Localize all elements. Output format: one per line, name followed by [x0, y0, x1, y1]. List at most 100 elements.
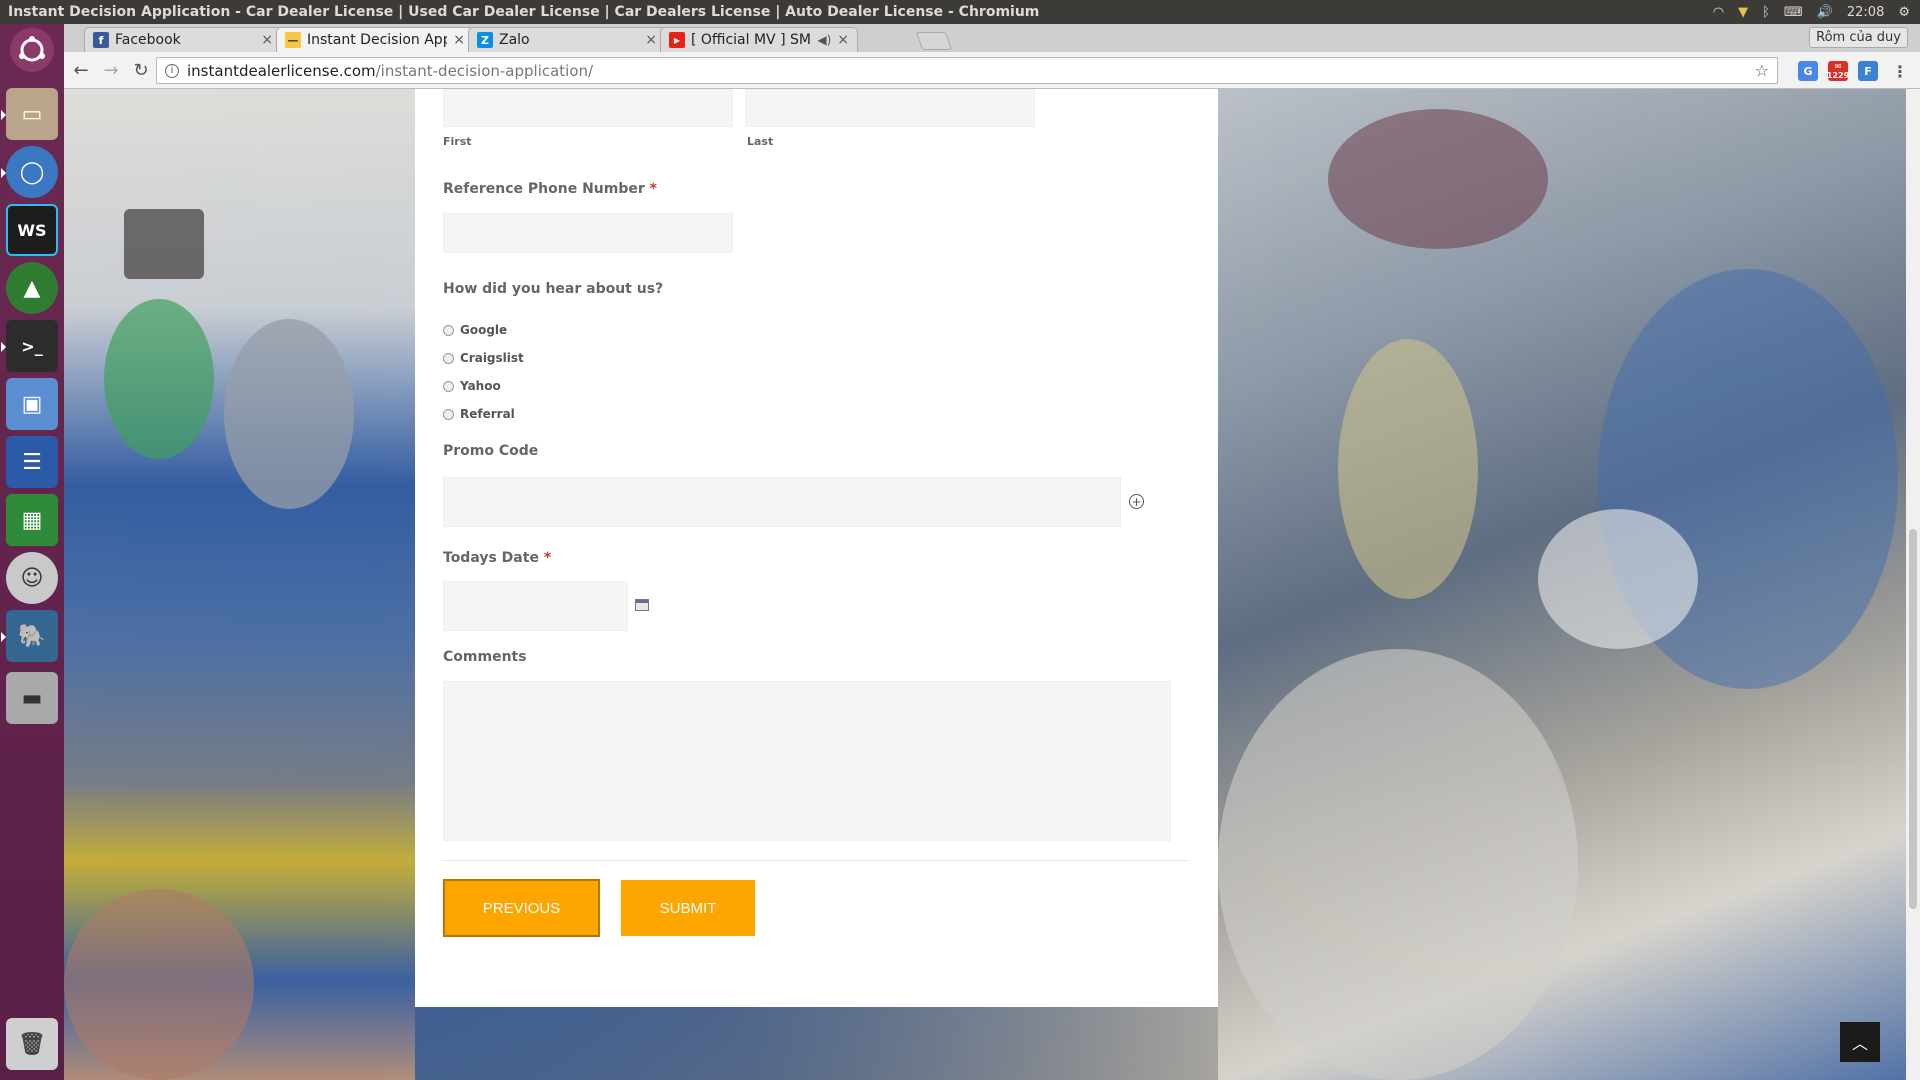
- volume-icon[interactable]: 🔊: [1817, 5, 1833, 20]
- tab-label: Zalo: [499, 32, 530, 48]
- radio-craigslist[interactable]: Craigslist: [443, 351, 524, 365]
- chevron-up-icon: ︿: [1851, 1034, 1868, 1053]
- radio-label: Yahoo: [460, 379, 501, 393]
- facebook-icon: f: [93, 32, 109, 48]
- site-favicon-icon: —: [285, 32, 301, 48]
- tab-instant-decision[interactable]: — Instant Decision App ×: [276, 27, 474, 52]
- calc-icon[interactable]: ▦: [6, 494, 58, 546]
- chromium-icon[interactable]: ◯: [1, 146, 58, 198]
- radio-google[interactable]: Google: [443, 323, 507, 337]
- required-mark: *: [649, 181, 657, 197]
- promo-code-label: Promo Code: [443, 443, 539, 459]
- add-circle-icon[interactable]: +: [1129, 494, 1144, 509]
- gmail-badge: 1229: [1826, 71, 1850, 80]
- background-photo-right: [1218, 89, 1906, 1080]
- smiley-icon[interactable]: ☺: [6, 552, 58, 604]
- url-host: instantdealerlicense.com: [187, 61, 376, 80]
- bookmark-star-icon[interactable]: ☆: [1755, 61, 1769, 80]
- tab-strip: f Facebook × — Instant Decision App × Z …: [64, 24, 1920, 52]
- calendar-icon[interactable]: [635, 599, 649, 611]
- youtube-icon: ▶: [669, 32, 685, 48]
- background-photo-left: [64, 89, 415, 1080]
- robomongo-icon[interactable]: ▲: [6, 262, 58, 314]
- virtualbox-icon[interactable]: ▣: [6, 378, 58, 430]
- tab-label: Facebook: [115, 32, 181, 48]
- todays-date-label: Todays Date *: [443, 550, 551, 566]
- hear-about-label: How did you hear about us?: [443, 281, 664, 297]
- ubuntu-icon[interactable]: [10, 28, 54, 72]
- forward-arrow-icon[interactable]: →: [98, 57, 124, 83]
- zalo-icon: Z: [477, 32, 493, 48]
- system-tray: ◠ ▼ ᛒ ⌨ 🔊 22:08 ⚙: [1713, 5, 1920, 20]
- drive-icon[interactable]: ▬: [6, 672, 58, 724]
- promo-code-input[interactable]: [443, 477, 1121, 527]
- files-icon[interactable]: ▭: [1, 88, 58, 140]
- radio-label: Google: [460, 323, 508, 337]
- system-top-bar: Instant Decision Application - Car Deale…: [0, 0, 1920, 24]
- form-divider: [443, 860, 1188, 861]
- wifi-icon[interactable]: ◠: [1713, 5, 1724, 20]
- radio-label: Craigslist: [460, 351, 524, 365]
- reload-icon[interactable]: ↻: [128, 57, 154, 83]
- window-title: Instant Decision Application - Car Deale…: [8, 4, 1040, 20]
- trash-icon[interactable]: 🗑: [6, 1018, 58, 1070]
- clock[interactable]: 22:08: [1847, 5, 1884, 20]
- application-form-card: First Last Reference Phone Number * How …: [415, 89, 1218, 1007]
- unity-launcher: ▭ ◯ WS ▲ >_ ▣ ☰ ▦ ☺ 🐘 ▬ 🗑: [0, 24, 64, 1080]
- radio-label: Referral: [460, 407, 515, 421]
- terminal-icon[interactable]: >_: [1, 320, 58, 372]
- close-icon[interactable]: ×: [261, 32, 273, 48]
- extension-f-icon[interactable]: F: [1858, 61, 1878, 81]
- radio-circle-icon[interactable]: [443, 324, 454, 336]
- info-icon[interactable]: i: [165, 63, 179, 78]
- comments-label: Comments: [443, 649, 527, 665]
- gmail-icon[interactable]: ✉ 1229: [1826, 61, 1850, 81]
- close-icon[interactable]: ×: [837, 32, 849, 48]
- network-indicator-icon[interactable]: ▼: [1738, 5, 1748, 20]
- translate-icon[interactable]: G: [1798, 61, 1818, 81]
- webstorm-icon[interactable]: WS: [6, 204, 58, 256]
- ref-phone-label: Reference Phone Number *: [443, 181, 657, 197]
- page-scrollbar[interactable]: [1906, 89, 1920, 1080]
- submit-button[interactable]: SUBMIT: [621, 880, 755, 936]
- ref-phone-input[interactable]: [443, 213, 733, 253]
- todays-date-input[interactable]: [443, 581, 628, 631]
- last-sublabel: Last: [747, 135, 774, 148]
- radio-yahoo[interactable]: Yahoo: [443, 379, 501, 393]
- speaker-icon[interactable]: ◀): [817, 33, 831, 47]
- address-bar[interactable]: i instantdealerlicense.com/instant-decis…: [156, 57, 1778, 84]
- postgres-icon[interactable]: 🐘: [1, 610, 58, 662]
- tab-youtube[interactable]: ▶ [ Official MV ] SM ◀) ×: [660, 27, 858, 52]
- bluetooth-icon[interactable]: ᛒ: [1762, 5, 1770, 20]
- url-path: /instant-decision-application/: [375, 61, 594, 80]
- tab-zalo[interactable]: Z Zalo ×: [468, 27, 666, 52]
- previous-button[interactable]: PREVIOUS: [443, 879, 600, 937]
- first-name-input[interactable]: [443, 89, 733, 127]
- page-viewport: First Last Reference Phone Number * How …: [64, 89, 1906, 1080]
- profile-button[interactable]: Rôm của duy: [1809, 27, 1908, 48]
- radio-circle-icon[interactable]: [443, 408, 454, 420]
- radio-circle-icon[interactable]: [443, 380, 454, 392]
- tab-facebook[interactable]: f Facebook ×: [84, 27, 282, 52]
- keyboard-icon[interactable]: ⌨: [1784, 5, 1803, 20]
- tab-label: Instant Decision App: [307, 32, 448, 48]
- menu-icon[interactable]: ⋮: [1890, 61, 1910, 81]
- back-arrow-icon[interactable]: ←: [68, 57, 94, 83]
- radio-referral[interactable]: Referral: [443, 407, 515, 421]
- gear-icon[interactable]: ⚙: [1898, 5, 1910, 20]
- browser-toolbar: ← → ↻ i instantdealerlicense.com/instant…: [64, 52, 1920, 89]
- radio-circle-icon[interactable]: [443, 352, 454, 364]
- todays-date-label-text: Todays Date: [443, 550, 539, 566]
- writer-icon[interactable]: ☰: [6, 436, 58, 488]
- close-icon[interactable]: ×: [453, 32, 465, 48]
- last-name-input[interactable]: [745, 89, 1035, 127]
- scrollbar-thumb[interactable]: [1909, 529, 1917, 909]
- first-sublabel: First: [443, 135, 472, 148]
- comments-textarea[interactable]: [443, 681, 1171, 841]
- close-icon[interactable]: ×: [645, 32, 657, 48]
- tab-label: [ Official MV ] SM: [691, 32, 811, 48]
- ref-phone-label-text: Reference Phone Number: [443, 181, 645, 197]
- new-tab-button[interactable]: [915, 32, 953, 50]
- scroll-to-top-button[interactable]: ︿: [1840, 1022, 1880, 1062]
- required-mark: *: [543, 550, 552, 566]
